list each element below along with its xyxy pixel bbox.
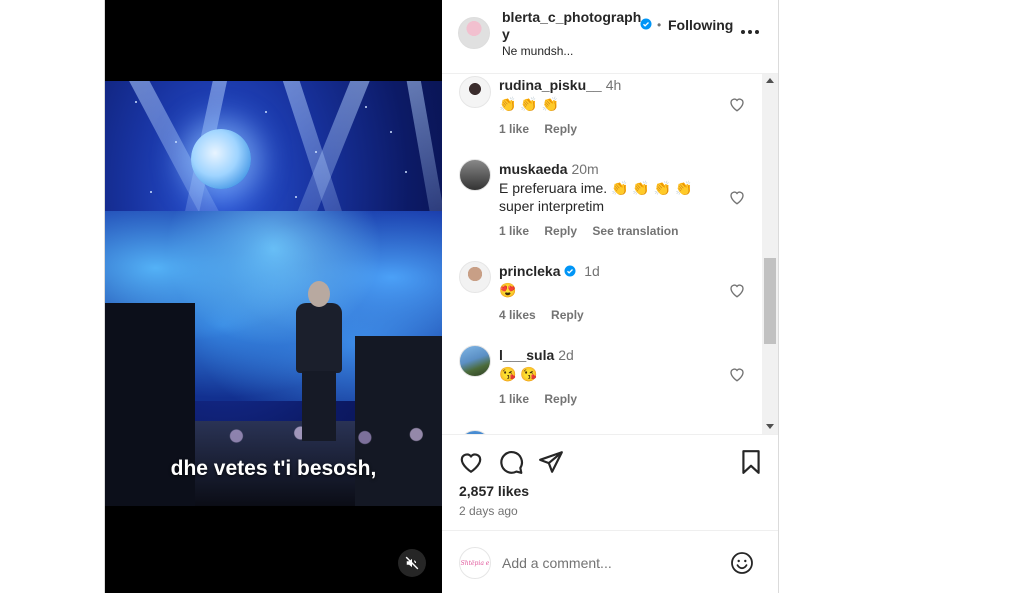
share-send-icon[interactable] (538, 449, 564, 475)
author-avatar[interactable] (458, 17, 490, 49)
scroll-up-icon[interactable] (766, 78, 774, 83)
comment-meta: 4 likes Reply (499, 308, 596, 322)
comment-time: 1d (584, 263, 600, 279)
add-comment-bar: Shtëpia e (442, 530, 778, 593)
comment-meta: 1 like Reply (499, 122, 589, 136)
heart-icon[interactable] (728, 281, 746, 299)
comment-time: 2d (558, 347, 574, 363)
reply-button[interactable]: Reply (544, 122, 577, 136)
more-icon (741, 30, 745, 34)
comment-bubble-icon[interactable] (498, 449, 524, 475)
emoji-icon[interactable] (730, 551, 754, 575)
speaker-muted-icon (405, 556, 419, 570)
commenter-avatar[interactable] (459, 159, 491, 191)
post-location[interactable]: Ne mundsh... (502, 44, 573, 58)
comment-likes[interactable]: 1 like (499, 122, 529, 136)
more-options-button[interactable] (738, 22, 762, 42)
video-caption: dhe vetes t'i besosh, (170, 457, 377, 480)
reply-button[interactable]: Reply (544, 392, 577, 406)
comment-time: 4h (605, 77, 622, 93)
comments-scrollbar[interactable] (762, 74, 778, 434)
current-user-avatar[interactable]: Shtëpia e (459, 547, 491, 579)
heart-icon[interactable] (728, 95, 746, 113)
like-count[interactable]: 2,857 likes (459, 483, 529, 499)
post-date[interactable]: 2 days ago (459, 504, 518, 518)
comment-meta: 1 like Reply See translation (499, 224, 690, 238)
comment-username[interactable]: princleka 1d (499, 263, 600, 279)
post-side-panel: blerta_c_photography • Following Ne mund… (442, 0, 778, 593)
following-button[interactable]: Following (668, 17, 733, 33)
like-heart-icon[interactable] (458, 449, 484, 475)
comment-text: 😘 😘 (499, 366, 538, 382)
comment-likes[interactable]: 4 likes (499, 308, 536, 322)
comment-text: 😍 (499, 282, 517, 298)
singer-figure (288, 281, 350, 441)
scroll-down-icon[interactable] (766, 424, 774, 429)
commenter-avatar[interactable] (459, 345, 491, 377)
commenter-avatar[interactable] (459, 76, 491, 108)
comment-time: 20m (571, 161, 599, 177)
moon (191, 129, 251, 189)
comment-text: 👏 👏 👏 (499, 96, 560, 112)
verified-badge-icon (564, 265, 576, 277)
reply-button[interactable]: Reply (544, 224, 577, 238)
header-separator: • (657, 18, 662, 32)
commenter-avatar[interactable] (459, 261, 491, 293)
post-actions: 2,857 likes 2 days ago (442, 434, 778, 544)
heart-icon[interactable] (728, 365, 746, 383)
comment-meta: 1 like Reply (499, 392, 589, 406)
comment-username[interactable]: muskaeda 20m (499, 161, 599, 177)
scroll-thumb[interactable] (764, 258, 776, 344)
verified-badge-icon (640, 18, 652, 30)
reply-button[interactable]: Reply (551, 308, 584, 322)
comment-input[interactable] (502, 552, 722, 574)
comment-likes[interactable]: 1 like (499, 224, 529, 238)
comments-list: rudina_pisku__ 4h 👏 👏 👏 1 like Reply musk… (442, 74, 762, 434)
post-header: blerta_c_photography • Following Ne mund… (442, 0, 778, 74)
comment-username[interactable]: l___sula 2d (499, 347, 574, 363)
comment-username[interactable]: rudina_pisku__ 4h (499, 77, 621, 93)
heart-icon[interactable] (728, 188, 746, 206)
see-translation-button[interactable]: See translation (592, 224, 678, 238)
save-bookmark-icon[interactable] (738, 449, 764, 475)
video-player[interactable]: dhe vetes t'i besosh, (105, 0, 442, 593)
author-username[interactable]: blerta_c_photography (502, 9, 644, 43)
mute-button[interactable] (398, 549, 426, 577)
video-frame (105, 81, 442, 506)
comment-text: E preferuara ime. 👏 👏 👏 👏 super interpre… (499, 180, 693, 214)
comment-likes[interactable]: 1 like (499, 392, 529, 406)
